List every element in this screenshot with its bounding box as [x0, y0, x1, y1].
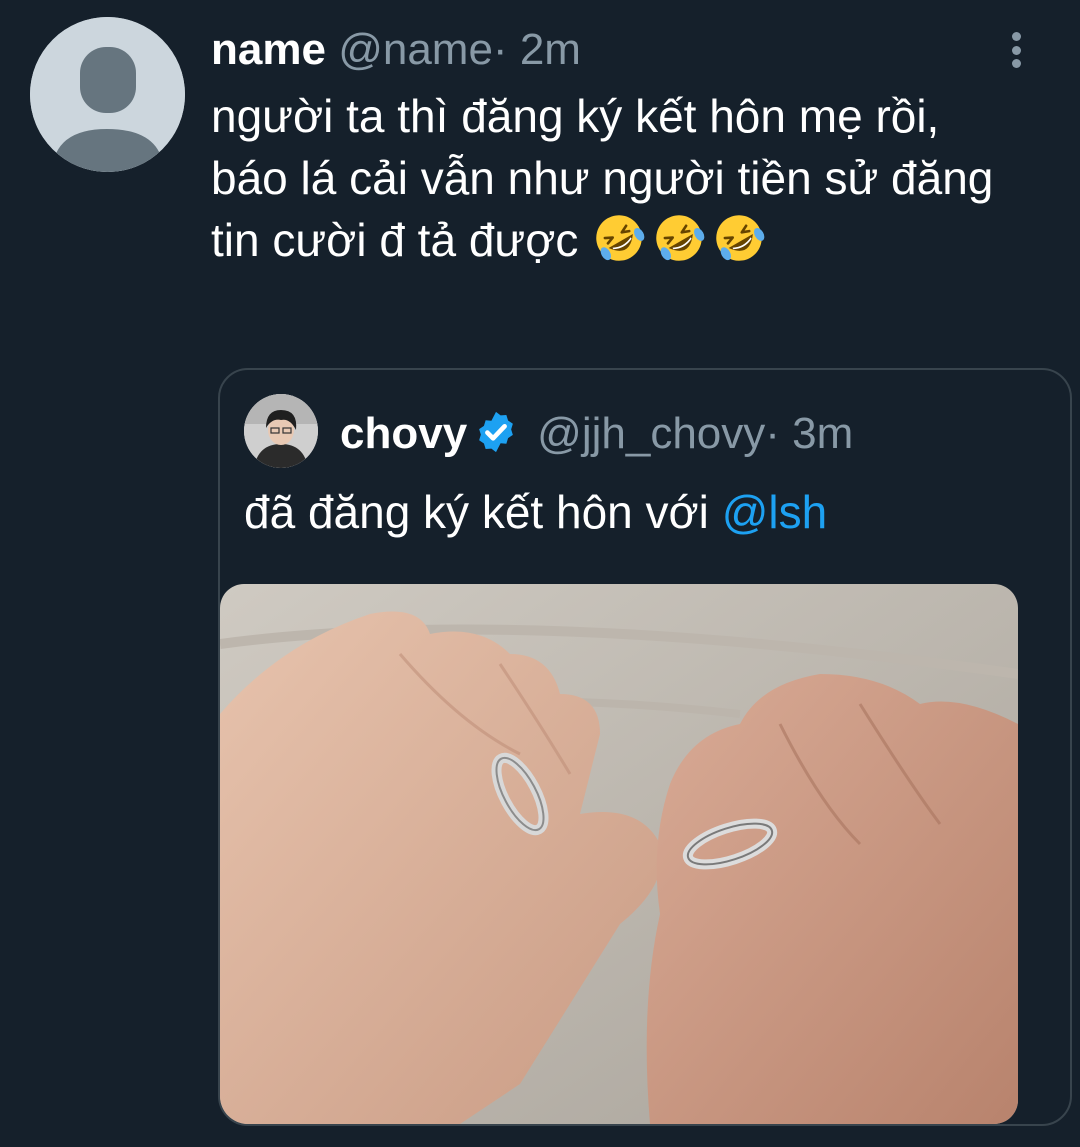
hands-with-rings-image: [220, 584, 1018, 1124]
default-avatar-icon: [30, 17, 185, 172]
quoted-author-name[interactable]: chovy: [340, 409, 467, 458]
quoted-author-avatar[interactable]: [244, 394, 318, 468]
rolling-laughing-emoji-icon: [656, 215, 705, 261]
tweet-header: name @name· 2m: [211, 24, 581, 76]
rolling-laughing-emoji-icon: [716, 215, 765, 261]
quoted-tweet-text: đã đăng ký kết hôn với @lsh: [244, 482, 827, 542]
quoted-tweet-photo[interactable]: [220, 584, 1018, 1124]
tweet-time[interactable]: 2m: [520, 25, 581, 74]
author-handle[interactable]: @name: [338, 25, 493, 74]
more-options-icon[interactable]: [1001, 28, 1031, 72]
separator: ·: [492, 25, 508, 74]
quoted-text: đã đăng ký kết hôn với: [244, 486, 722, 538]
author-avatar[interactable]: [30, 17, 185, 172]
quoted-tweet-header: chovy @jjh_chovy· 3m: [340, 406, 853, 462]
quoted-author-handle[interactable]: @jjh_chovy: [537, 409, 765, 458]
author-name[interactable]: name: [211, 25, 326, 74]
tweet-text-block: người ta thì đăng ký kết hôn mẹ rồi, báo…: [211, 85, 1011, 271]
verified-badge-icon: [479, 411, 514, 453]
quoted-tweet-card[interactable]: chovy @jjh_chovy· 3m đã đăng ký kết hôn …: [218, 368, 1072, 1126]
profile-photo-icon: [244, 394, 318, 468]
separator: ·: [765, 409, 780, 458]
quoted-tweet-time[interactable]: 3m: [792, 409, 853, 458]
rolling-laughing-emoji-icon: [596, 215, 645, 261]
mention-link[interactable]: @lsh: [722, 486, 828, 538]
